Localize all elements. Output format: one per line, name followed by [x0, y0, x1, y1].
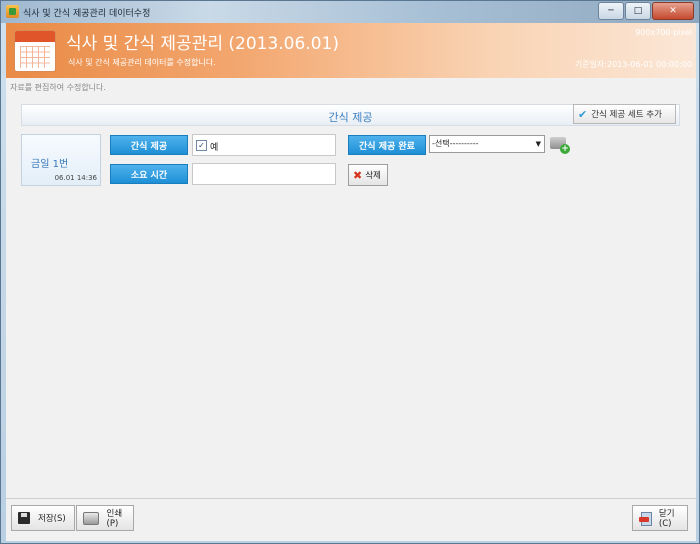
delete-icon: ✖ — [353, 168, 363, 182]
snack-provided-checkbox-label: 예 — [210, 143, 219, 153]
minimize-icon: ─ — [608, 6, 614, 16]
duration-input[interactable] — [192, 163, 336, 185]
close-button[interactable]: 닫기(C) — [632, 505, 688, 531]
close-window-button[interactable]: ✕ — [652, 2, 694, 20]
title-bar: 식사 및 간식 제공관리 데이터수정 ─ □ ✕ — [1, 1, 699, 23]
page-subtitle: 식사 및 간식 제공관리 데이터를 수정합니다. — [68, 58, 216, 67]
check-icon: ✔ — [578, 107, 588, 121]
maximize-button[interactable]: □ — [625, 2, 651, 20]
add-folder-icon[interactable]: + — [550, 134, 570, 154]
window-title: 식사 및 간식 제공관리 데이터수정 — [23, 9, 151, 19]
exit-icon — [639, 511, 653, 526]
duration-label: 소요 시간 — [110, 164, 188, 184]
floppy-icon — [18, 512, 30, 524]
print-button[interactable]: 인쇄(P) — [76, 505, 134, 531]
print-label: 인쇄(P) — [106, 509, 123, 529]
delete-button[interactable]: ✖ 삭제 — [348, 164, 388, 186]
size-label: 900x700 pixel — [635, 28, 692, 37]
snack-completion-select[interactable]: -선택---------- ▼ — [429, 135, 545, 153]
day-label: 금일 1번 — [31, 159, 69, 170]
snack-provided-checkbox[interactable]: ✓ — [196, 140, 207, 151]
add-snack-set-button[interactable]: ✔ 간식 제공 세트 추가 — [573, 104, 676, 124]
day-card[interactable]: 금일 1번 06.01 14:36 — [21, 134, 101, 186]
calendar-icon — [14, 30, 56, 72]
header-banner: 식사 및 간식 제공관리 (2013.06.01) 식사 및 간식 제공관리 데… — [6, 23, 696, 78]
chevron-down-icon: ▼ — [535, 140, 541, 148]
save-button[interactable]: 저장(S) — [11, 505, 75, 531]
printer-icon — [83, 511, 99, 525]
add-snack-set-label: 간식 제공 세트 추가 — [591, 110, 662, 120]
app-icon — [6, 5, 19, 18]
footer-bar: 저장(S) 인쇄(P) 닫기(C) — [6, 498, 696, 541]
save-label: 저장(S) — [38, 514, 66, 524]
reference-date: 기준일자:2013-06-01 00:00:00 — [574, 60, 692, 69]
snack-provided-field[interactable]: ✓ 예 — [192, 134, 336, 156]
snack-completion-label: 간식 제공 완료 — [348, 135, 426, 155]
day-time: 06.01 14:36 — [54, 174, 97, 182]
snack-completion-value: -선택---------- — [432, 139, 479, 148]
minimize-button[interactable]: ─ — [598, 2, 624, 20]
close-icon: ✕ — [669, 6, 677, 16]
maximize-icon: □ — [633, 6, 643, 16]
content-area: 자료를 편집하여 수정합니다. 간식 제공 ✔ 간식 제공 세트 추가 금일 1… — [6, 78, 696, 498]
window-controls: ─ □ ✕ — [597, 2, 694, 20]
snack-provided-label: 간식 제공 — [110, 135, 188, 155]
page-title: 식사 및 간식 제공관리 (2013.06.01) — [66, 34, 339, 54]
close-label: 닫기(C) — [658, 509, 675, 529]
edit-note: 자료를 편집하여 수정합니다. — [10, 83, 106, 92]
main-window: 식사 및 간식 제공관리 데이터수정 ─ □ ✕ 식사 및 간식 제공관리 (2… — [0, 0, 700, 544]
delete-label: 삭제 — [365, 171, 381, 181]
plus-icon: + — [560, 144, 570, 154]
